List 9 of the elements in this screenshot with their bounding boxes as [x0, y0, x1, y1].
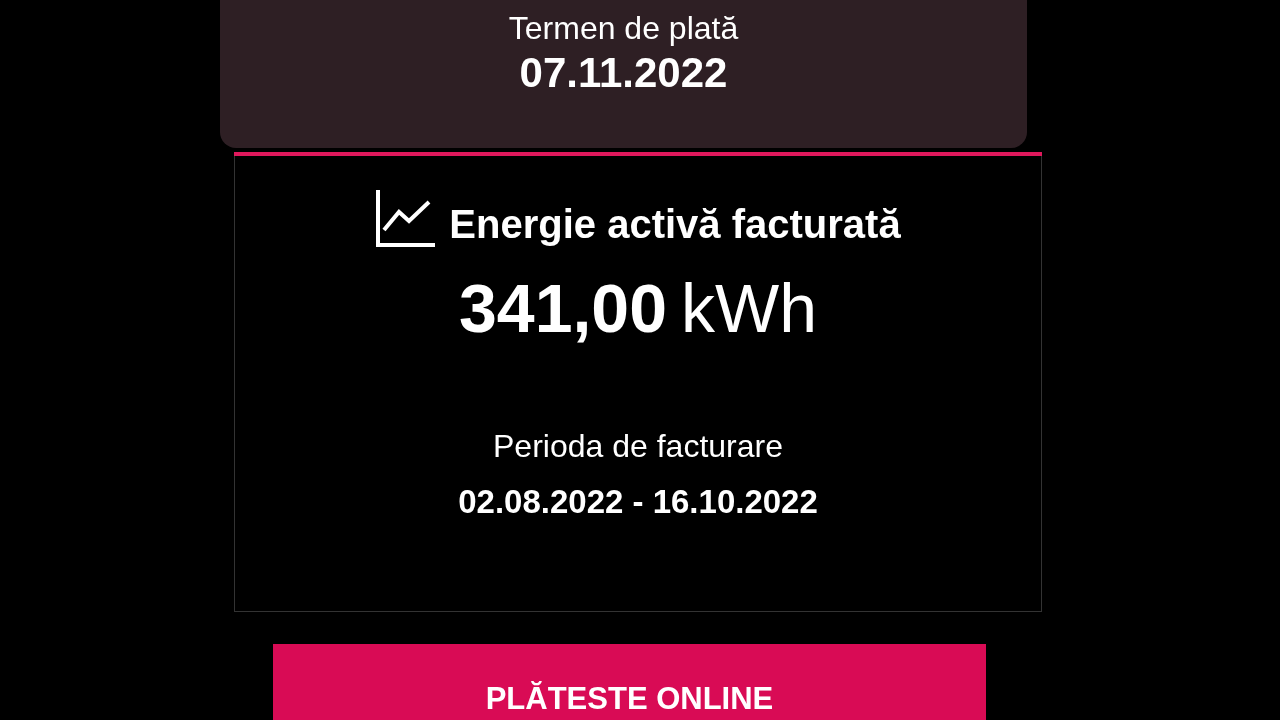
billing-period: 02.08.2022 - 16.10.2022 — [458, 482, 818, 522]
energy-amount: 341,00 — [459, 269, 667, 348]
energy-title: Energie activă facturată — [449, 201, 901, 248]
energy-unit: kWh — [681, 269, 817, 348]
line-chart-icon — [375, 188, 438, 248]
pay-online-button[interactable]: PLĂTESTE ONLINE — [273, 644, 986, 720]
due-label: Termen de plată — [508, 9, 739, 48]
due-date: 07.11.2022 — [519, 48, 728, 98]
period-label: Perioda de facturare — [493, 427, 783, 466]
